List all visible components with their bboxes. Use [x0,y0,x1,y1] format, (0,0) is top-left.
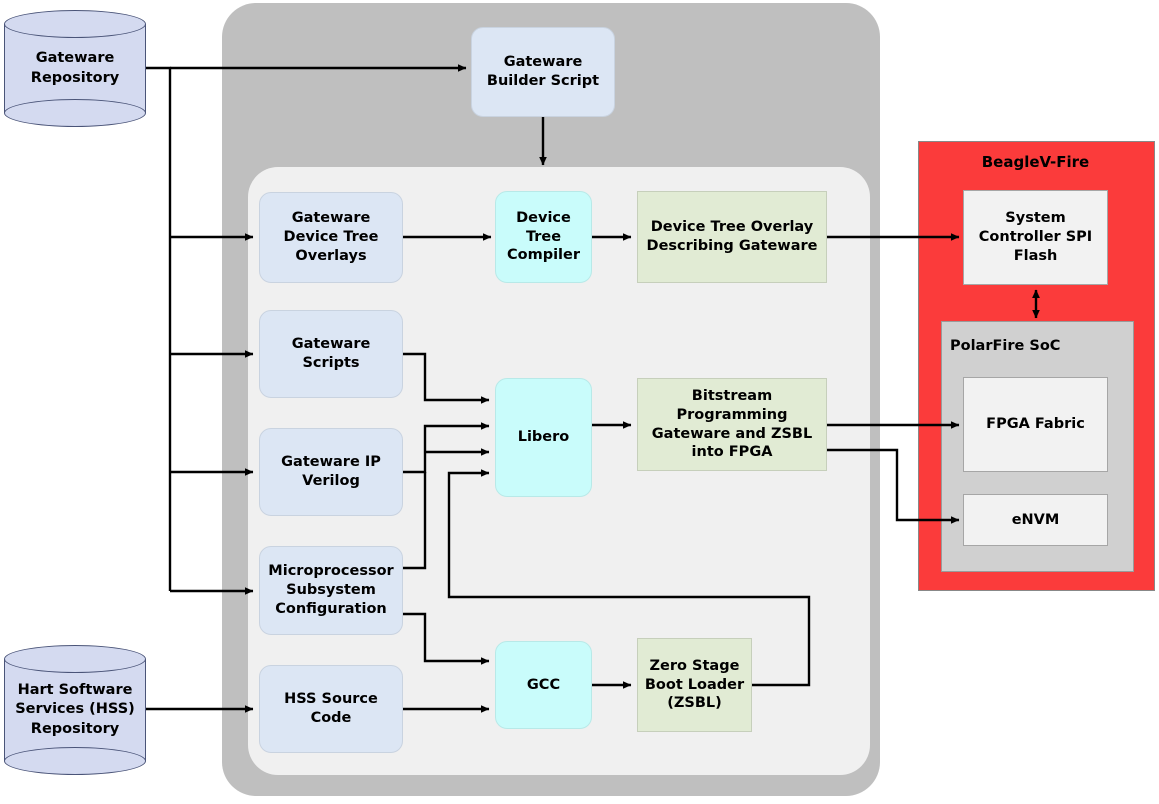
polarfire-soc-title: PolarFire SoC [950,338,1061,354]
repository-gateware[interactable]: Gateware Repository [4,10,146,127]
node-gateware-ip-verilog[interactable]: Gateware IP Verilog [259,428,403,516]
node-libero[interactable]: Libero [495,378,592,497]
repository-hss-label: Hart Software Services (HSS) Repository [15,681,135,737]
node-fpga-fabric[interactable]: FPGA Fabric [963,377,1108,472]
node-device-tree-compiler[interactable]: Device Tree Compiler [495,191,592,283]
repository-gateware-label: Gateware Repository [30,49,120,86]
node-hss-source-code[interactable]: HSS Source Code [259,665,403,753]
node-bitstream-programming-gateware-and-zsbl-into-fpga[interactable]: Bitstream Programming Gateware and ZSBL … [637,378,827,471]
node-microprocessor-subsystem-configuration[interactable]: Microprocessor Subsystem Configuration [259,546,403,635]
diagram-canvas: BeagleV-Fire PolarFire SoC Gateware Repo… [0,0,1159,804]
repository-hss[interactable]: Hart Software Services (HSS) Repository [4,645,146,775]
node-device-tree-overlay-describing-gateware[interactable]: Device Tree Overlay Describing Gateware [637,191,827,283]
node-gcc[interactable]: GCC [495,641,592,729]
node-zero-stage-boot-loader[interactable]: Zero Stage Boot Loader (ZSBL) [637,638,752,732]
node-gateware-device-tree-overlays[interactable]: Gateware Device Tree Overlays [259,192,403,283]
beaglev-fire-title: BeagleV-Fire [981,153,1090,171]
node-system-controller-spi-flash[interactable]: System Controller SPI Flash [963,190,1108,285]
node-gateware-builder-script[interactable]: Gateware Builder Script [471,27,615,117]
node-gateware-scripts[interactable]: Gateware Scripts [259,310,403,398]
node-envm[interactable]: eNVM [963,494,1108,546]
